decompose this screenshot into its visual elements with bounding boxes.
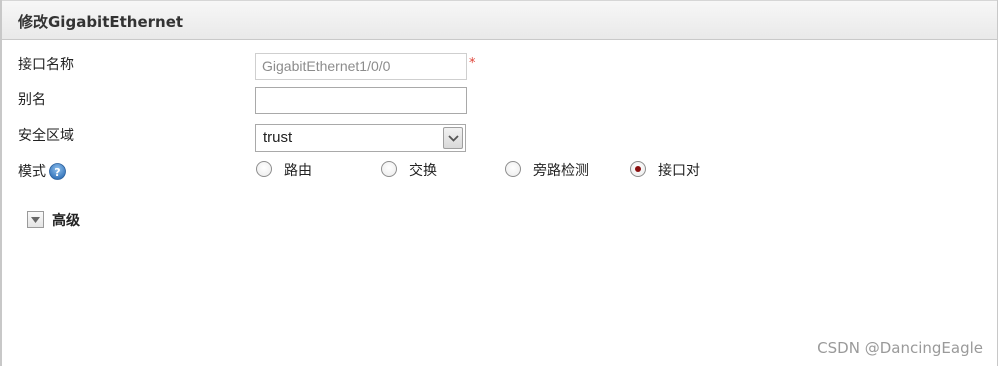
caret-down-icon [31, 217, 40, 223]
security-zone-label: 安全区域 [18, 128, 74, 144]
radio-circle[interactable] [381, 161, 397, 177]
question-circle-icon[interactable]: ? [49, 163, 66, 180]
required-mark: * [469, 56, 476, 71]
radio-circle[interactable] [256, 161, 272, 177]
radio-selected-dot [635, 166, 641, 172]
dialog-title-bar: 修改GigabitEthernet [2, 0, 997, 40]
radio-circle-checked[interactable] [630, 161, 646, 177]
dialog-title: 修改GigabitEthernet [18, 13, 184, 31]
mode-label: 模式 [18, 164, 46, 180]
mode-option-label: 接口对 [658, 163, 700, 179]
mode-option-label: 旁路检测 [533, 163, 589, 179]
expand-toggle[interactable] [27, 211, 44, 228]
interface-name-label: 接口名称 [18, 57, 74, 73]
radio-circle[interactable] [505, 161, 521, 177]
interface-name-field: GigabitEthernet1/0/0 [255, 53, 467, 80]
dropdown-button[interactable] [443, 127, 463, 149]
mode-option-label: 路由 [284, 163, 312, 179]
svg-text:?: ? [54, 166, 60, 179]
chevron-down-icon [448, 135, 459, 142]
alias-label: 别名 [18, 92, 46, 108]
alias-input[interactable] [255, 87, 467, 114]
security-zone-select[interactable]: trust [255, 124, 466, 152]
security-zone-value: trust [263, 129, 293, 146]
edit-interface-dialog: 修改GigabitEthernet 接口名称 GigabitEthernet1/… [0, 0, 998, 366]
watermark: CSDN @DancingEagle [817, 339, 983, 357]
advanced-label: 高级 [52, 213, 80, 229]
mode-option-label: 交换 [409, 163, 437, 179]
